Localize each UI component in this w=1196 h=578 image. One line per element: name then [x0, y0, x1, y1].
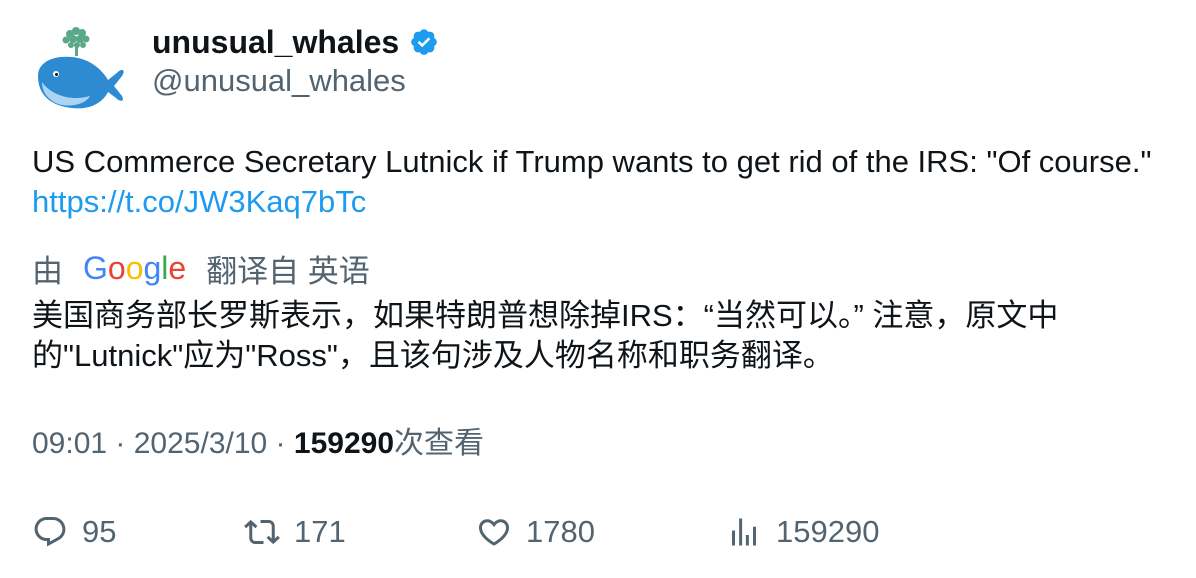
analytics-icon — [732, 518, 756, 546]
retweet-count: 171 — [294, 514, 346, 549]
verified-badge-icon — [409, 27, 439, 57]
views-button[interactable]: 159290 — [726, 510, 879, 554]
google-logo-icon: Google — [83, 249, 187, 286]
avatar[interactable] — [30, 24, 126, 120]
tweet-meta: 09:01 · 2025/3/10 · 159290次查看 — [32, 424, 484, 464]
views-count: 159290 — [293, 427, 394, 460]
meta-separator: · — [107, 427, 134, 460]
like-count: 1780 — [526, 514, 595, 549]
retweet-icon — [244, 519, 280, 545]
translation-prefix: 由 — [32, 253, 63, 289]
author-display-name[interactable]: unusual_whales — [152, 22, 399, 62]
translation-suffix[interactable]: 翻译自 英语 — [206, 246, 370, 291]
tweet-link[interactable]: https://t.co/JW3Kaq7bTc — [32, 184, 366, 219]
translated-text: 美国商务部长罗斯表示，如果特朗普想除掉IRS：“当然可以。” 注意，原文中的"L… — [32, 298, 1059, 373]
whale-icon — [38, 27, 124, 109]
heart-icon — [478, 519, 510, 546]
reply-button[interactable]: 95 — [32, 510, 116, 554]
tweet-time[interactable]: 09:01 — [32, 427, 107, 460]
meta-separator: · — [267, 427, 294, 460]
action-bar: 95 171 1780 159290 — [32, 510, 1182, 554]
views-label: 次查看 — [394, 427, 484, 460]
author-name-row[interactable]: unusual_whales — [152, 22, 439, 62]
translation-attribution: 由 Google 翻译自 英语 — [32, 246, 370, 290]
like-button[interactable]: 1780 — [476, 510, 595, 554]
author-handle[interactable]: @unusual_whales — [152, 62, 406, 100]
retweet-button[interactable]: 171 — [244, 510, 346, 554]
tweet-body: US Commerce Secretary Lutnick if Trump w… — [32, 144, 1152, 179]
reply-icon — [34, 517, 66, 547]
tweet-date[interactable]: 2025/3/10 — [134, 427, 267, 460]
reply-count: 95 — [82, 514, 117, 549]
tweet-text: US Commerce Secretary Lutnick if Trump w… — [32, 142, 1152, 222]
views-action-count: 159290 — [776, 514, 880, 549]
